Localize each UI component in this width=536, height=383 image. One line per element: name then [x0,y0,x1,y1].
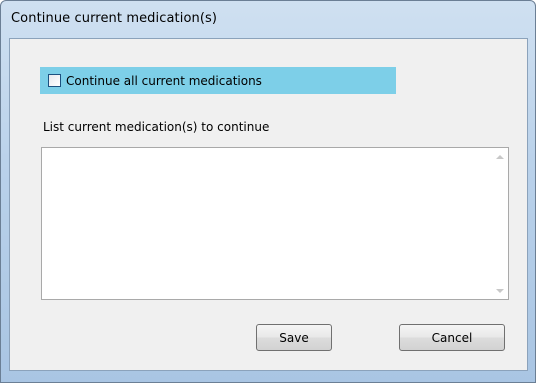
continue-all-label[interactable]: Continue all current medications [66,74,262,88]
cancel-button[interactable]: Cancel [399,324,505,351]
dialog-content: Continue all current medications List cu… [9,38,528,371]
scroll-up-button[interactable] [491,148,508,165]
continue-all-row[interactable]: Continue all current medications [40,67,396,94]
scroll-down-arrow-icon [495,288,504,293]
save-button[interactable]: Save [256,324,332,351]
medication-list-textarea[interactable] [41,147,509,300]
dialog-window: Continue current medication(s) Continue … [0,0,536,383]
window-title: Continue current medication(s) [11,11,218,26]
title-bar[interactable]: Continue current medication(s) [1,1,535,37]
vertical-scrollbar[interactable] [491,148,508,299]
scroll-up-arrow-icon [495,154,504,159]
continue-all-checkbox[interactable] [48,74,61,87]
scroll-down-button[interactable] [491,282,508,299]
medication-list-label: List current medication(s) to continue [43,120,270,134]
